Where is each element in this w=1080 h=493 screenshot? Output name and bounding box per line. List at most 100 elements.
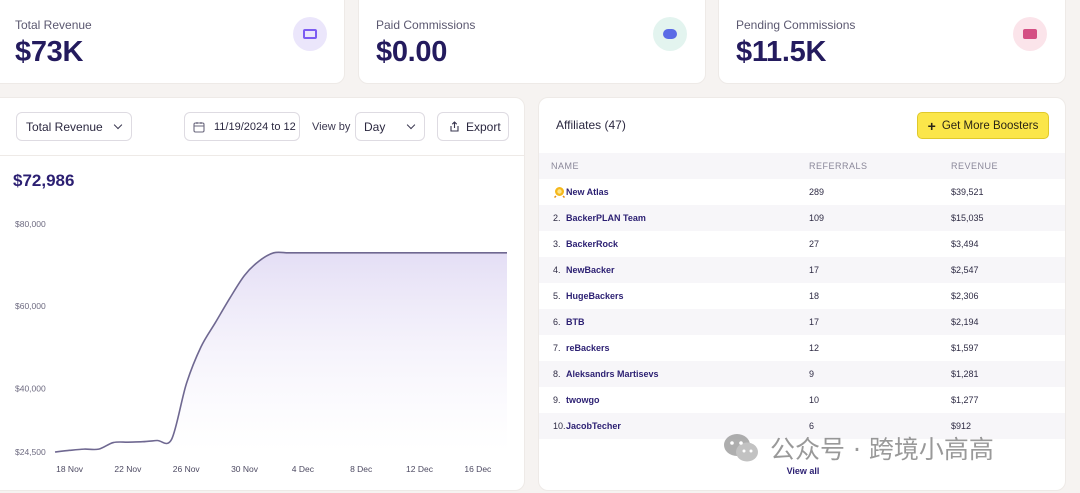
revenue-cell: $1,281 — [951, 361, 1065, 387]
chart-total: $72,986 — [13, 171, 75, 190]
stat-label: Pending Commissions — [736, 18, 856, 32]
date-range-picker[interactable]: 11/19/2024 to 12 — [184, 112, 300, 141]
revenue-cell: $2,306 — [951, 291, 979, 301]
wechat-icon — [724, 434, 758, 462]
referrals-cell: 17 — [809, 257, 951, 283]
table-row[interactable]: 9. twowgo 10 $1,277 — [539, 387, 1065, 413]
y-tick-label: $80,000 — [15, 219, 46, 229]
col-referrals: REFERRALS — [809, 153, 951, 179]
x-tick-label: 26 Nov — [173, 464, 201, 474]
rank-cell: 2. — [539, 205, 566, 231]
affiliate-name[interactable]: twowgo — [566, 387, 809, 413]
table-row[interactable]: 3. BackerRock 27 $3,494 — [539, 231, 1065, 257]
table-row[interactable]: New Atlas 289 $39,521 — [539, 179, 1065, 205]
chevron-down-icon — [113, 120, 123, 130]
export-icon — [450, 121, 459, 132]
ticket-icon — [1013, 17, 1047, 51]
date-range-value: 11/19/2024 to 12 — [214, 120, 296, 133]
revenue-cell: $1,597 — [951, 343, 979, 353]
table-row[interactable]: 7. reBackers 12 $1,597 — [539, 335, 1065, 361]
get-more-boosters-button[interactable]: + Get More Boosters — [917, 112, 1049, 139]
table-header-row: NAME REFERRALS REVENUE — [539, 153, 1065, 179]
col-revenue: REVENUE — [951, 153, 1065, 179]
y-tick-label: $24,500 — [15, 447, 46, 457]
divider — [0, 155, 524, 156]
affiliate-name[interactable]: reBackers — [566, 335, 809, 361]
referrals-cell: 27 — [809, 239, 820, 249]
view-by-select[interactable]: Day — [355, 112, 425, 141]
stat-value: $11.5K — [736, 36, 827, 68]
metric-select[interactable]: Total Revenue — [16, 112, 132, 141]
export-button[interactable]: Export — [437, 112, 509, 141]
table-row[interactable]: 4. NewBacker 17 $2,547 — [539, 257, 1065, 283]
y-tick-label: $60,000 — [15, 301, 46, 311]
col-name: NAME — [539, 153, 809, 179]
table-row[interactable]: 2. BackerPLAN Team 109 $15,035 — [539, 205, 1065, 231]
view-by-value: Day — [364, 119, 386, 134]
affiliate-name[interactable]: BTB — [566, 309, 809, 335]
stat-label: Paid Commissions — [376, 18, 476, 32]
table-row[interactable]: 6. BTB 17 $2,194 — [539, 309, 1065, 335]
referrals-cell: 10 — [809, 395, 820, 405]
cash-icon — [293, 17, 327, 51]
coins-icon — [653, 17, 687, 51]
affiliates-title: Affiliates (47) — [556, 118, 626, 132]
rank-cell — [539, 179, 566, 205]
affiliate-name[interactable]: BackerRock — [566, 231, 809, 257]
calendar-icon — [193, 121, 205, 133]
metric-select-value: Total Revenue — [26, 119, 103, 134]
stat-value: $0.00 — [376, 36, 448, 68]
plus-icon: + — [927, 117, 936, 134]
watermark: 公众号 · 跨境小高高 — [722, 430, 994, 466]
stat-label: Total Revenue — [15, 18, 92, 32]
chevron-down-icon — [406, 120, 416, 130]
revenue-cell: $15,035 — [951, 205, 1065, 231]
revenue-cell: $2,547 — [951, 257, 1065, 283]
area-fill — [55, 252, 507, 452]
x-tick-label: 18 Nov — [56, 464, 84, 474]
stat-value: $73K — [15, 36, 84, 68]
view-by-label: View by — [312, 121, 351, 133]
rank-cell: 8. — [539, 361, 566, 387]
x-tick-label: 22 Nov — [114, 464, 142, 474]
rank-cell: 9. — [553, 395, 561, 405]
view-all-link[interactable]: View all — [539, 466, 1067, 476]
rank-cell: 5. — [553, 291, 561, 301]
affiliate-name[interactable]: New Atlas — [566, 179, 809, 205]
affiliate-name[interactable]: BackerPLAN Team — [566, 205, 809, 231]
referrals-cell: 9 — [809, 361, 951, 387]
x-tick-label: 16 Dec — [464, 464, 492, 474]
revenue-cell: $39,521 — [951, 187, 984, 197]
affiliate-name[interactable]: NewBacker — [566, 257, 809, 283]
x-tick-label: 8 Dec — [350, 464, 373, 474]
affiliates-table: NAME REFERRALS REVENUE New Atlas 289 $39,5… — [539, 153, 1065, 439]
affiliate-name[interactable]: Aleksandrs Martisevs — [566, 361, 809, 387]
referrals-cell: 109 — [809, 205, 951, 231]
y-tick-label: $40,000 — [15, 383, 46, 393]
x-tick-label: 4 Dec — [292, 464, 315, 474]
boost-label: Get More Boosters — [941, 119, 1039, 132]
rank-cell: 4. — [539, 257, 566, 283]
revenue-chart-card: Total Revenue 11/19/2024 to 12 View by D… — [0, 97, 525, 491]
rank-cell: 6. — [539, 309, 566, 335]
revenue-cell: $2,194 — [951, 309, 1065, 335]
stat-card-total-revenue: Total Revenue $73K — [0, 0, 345, 84]
referrals-cell: 12 — [809, 343, 820, 353]
referrals-cell: 17 — [809, 309, 951, 335]
affiliate-name[interactable]: HugeBackers — [566, 283, 809, 309]
export-label: Export — [466, 119, 501, 134]
rank-cell: 3. — [553, 239, 561, 249]
revenue-cell: $1,277 — [951, 395, 979, 405]
revenue-cell: $3,494 — [951, 239, 979, 249]
table-row[interactable]: 8. Aleksandrs Martisevs 9 $1,281 — [539, 361, 1065, 387]
medal-icon — [553, 186, 566, 198]
rank-cell: 10. — [539, 413, 566, 439]
x-tick-label: 30 Nov — [231, 464, 259, 474]
revenue-area-chart: $80,000 $60,000 $40,000 $24,500 18 Nov 22 Nov… — [15, 219, 507, 474]
table-row[interactable]: 5. HugeBackers 18 $2,306 — [539, 283, 1065, 309]
stat-card-pending-commissions: Pending Commissions $11.5K — [718, 0, 1066, 84]
watermark-text: 公众号 · 跨境小高高 — [770, 435, 994, 464]
stat-card-paid-commissions: Paid Commissions $0.00 — [358, 0, 706, 84]
referrals-cell: 289 — [809, 187, 825, 197]
referrals-cell: 18 — [809, 291, 820, 301]
